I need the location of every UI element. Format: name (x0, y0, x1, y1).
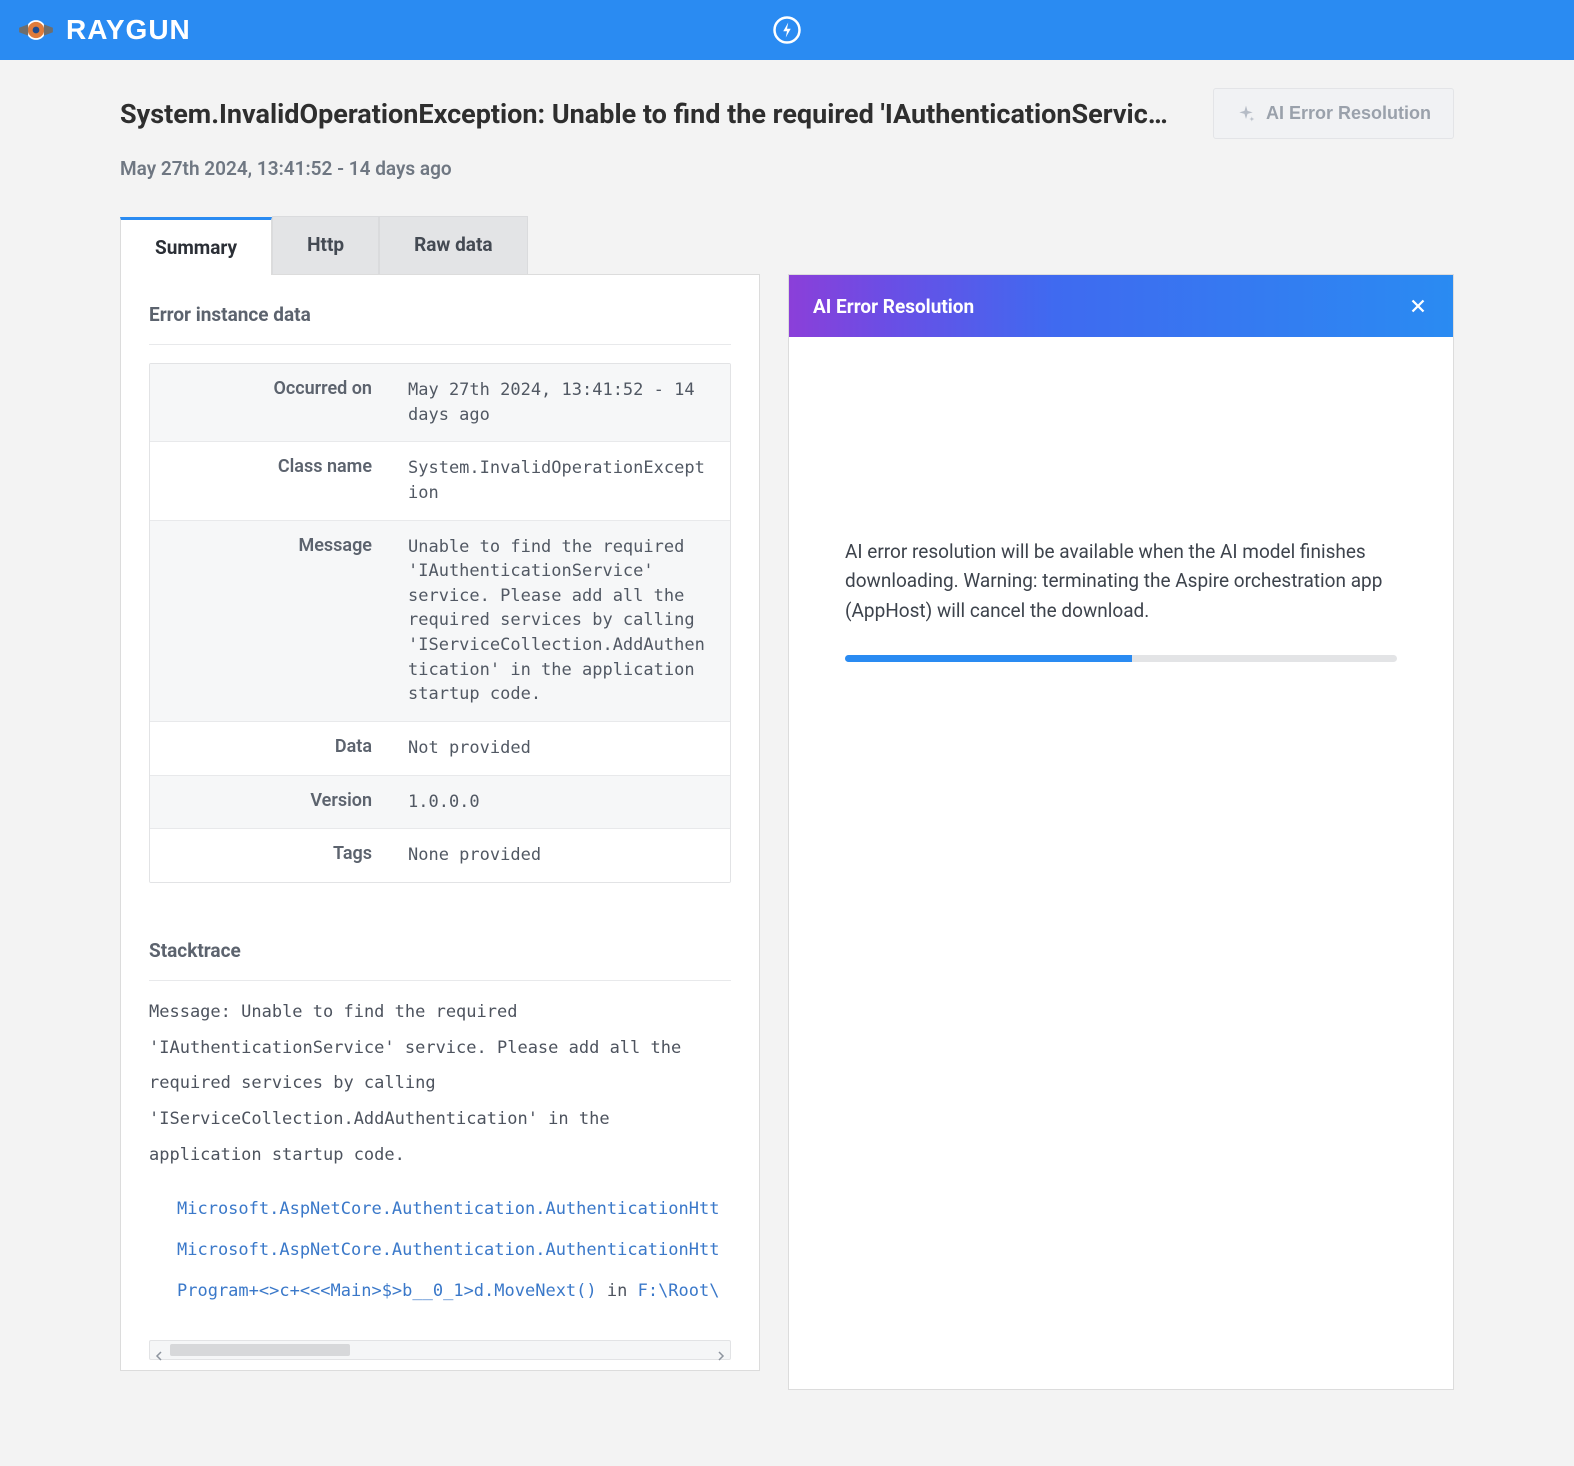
ai-panel-header: AI Error Resolution (789, 275, 1453, 337)
row-label: Class name (150, 442, 390, 519)
brand: RAYGUN (18, 12, 191, 48)
row-value: None provided (390, 829, 730, 882)
error-title: System.InvalidOperationException: Unable… (120, 98, 1189, 130)
row-value: System.InvalidOperationException (390, 442, 730, 519)
tab-summary[interactable]: Summary (120, 217, 272, 275)
row-label: Tags (150, 829, 390, 882)
page-content: System.InvalidOperationException: Unable… (0, 60, 1574, 1450)
scrollbar-track[interactable] (164, 1344, 716, 1356)
brand-name: RAYGUN (66, 14, 191, 46)
ai-button-label: AI Error Resolution (1266, 103, 1431, 124)
table-row: Data Not provided (150, 722, 730, 776)
row-label: Message (150, 521, 390, 721)
ai-panel-message: AI error resolution will be available wh… (845, 537, 1397, 625)
scroll-left-icon[interactable] (154, 1345, 164, 1355)
download-progress (845, 655, 1397, 662)
scroll-right-icon[interactable] (716, 1345, 726, 1355)
stacktrace-title: Stacktrace (149, 939, 731, 981)
main-columns: Error instance data Occurred on May 27th… (120, 274, 1454, 1390)
stack-frame[interactable]: Program+<>c+<<<Main>$>b__0_1>d.MoveNext(… (177, 1271, 731, 1312)
table-row: Message Unable to find the required 'IAu… (150, 521, 730, 722)
stacktrace-message-text: Unable to find the required 'IAuthentica… (149, 1002, 691, 1165)
stacktrace-frames: Microsoft.AspNetCore.Authentication.Auth… (149, 1189, 731, 1333)
stack-frame-in: in (597, 1281, 638, 1301)
row-label: Version (150, 776, 390, 829)
stacktrace-message-prefix: Message: (149, 1002, 241, 1022)
table-row: Occurred on May 27th 2024, 13:41:52 - 14… (150, 364, 730, 442)
stack-frame-path: F:\Root\ (638, 1281, 720, 1301)
table-row: Version 1.0.0.0 (150, 776, 730, 830)
tab-http[interactable]: Http (272, 216, 379, 274)
ai-panel: AI Error Resolution AI error resolution … (788, 274, 1454, 1390)
tabs: Summary Http Raw data (120, 216, 1454, 274)
table-row: Tags None provided (150, 829, 730, 882)
row-value: May 27th 2024, 13:41:52 - 14 days ago (390, 364, 730, 441)
row-label: Data (150, 722, 390, 775)
ai-panel-body: AI error resolution will be available wh… (789, 337, 1453, 1389)
row-value: Unable to find the required 'IAuthentica… (390, 521, 730, 721)
close-icon[interactable] (1407, 295, 1429, 317)
ai-error-resolution-button[interactable]: AI Error Resolution (1213, 88, 1454, 139)
scrollbar-thumb[interactable] (170, 1344, 350, 1356)
stack-frame-method: Program+<>c+<<<Main>$>b__0_1>d.MoveNext(… (177, 1281, 597, 1301)
summary-panel: Error instance data Occurred on May 27th… (120, 274, 760, 1371)
raygun-logo-icon (18, 12, 54, 48)
ai-panel-title: AI Error Resolution (813, 295, 974, 318)
sparkle-icon (1236, 104, 1256, 124)
error-instance-table: Occurred on May 27th 2024, 13:41:52 - 14… (149, 363, 731, 883)
title-row: System.InvalidOperationException: Unable… (120, 88, 1454, 139)
top-bar: RAYGUN (0, 0, 1574, 60)
tab-raw-data[interactable]: Raw data (379, 216, 527, 274)
row-label: Occurred on (150, 364, 390, 441)
table-row: Class name System.InvalidOperationExcept… (150, 442, 730, 520)
error-instance-title: Error instance data (149, 303, 731, 345)
horizontal-scrollbar[interactable] (149, 1340, 731, 1360)
download-progress-fill (845, 655, 1132, 662)
row-value: 1.0.0.0 (390, 776, 730, 829)
stack-frame[interactable]: Microsoft.AspNetCore.Authentication.Auth… (177, 1189, 731, 1230)
stack-frame[interactable]: Microsoft.AspNetCore.Authentication.Auth… (177, 1230, 731, 1271)
stacktrace-message: Message: Unable to find the required 'IA… (149, 995, 731, 1173)
bolt-circle-icon[interactable] (772, 15, 802, 45)
timestamp: May 27th 2024, 13:41:52 - 14 days ago (120, 157, 1454, 180)
row-value: Not provided (390, 722, 730, 775)
